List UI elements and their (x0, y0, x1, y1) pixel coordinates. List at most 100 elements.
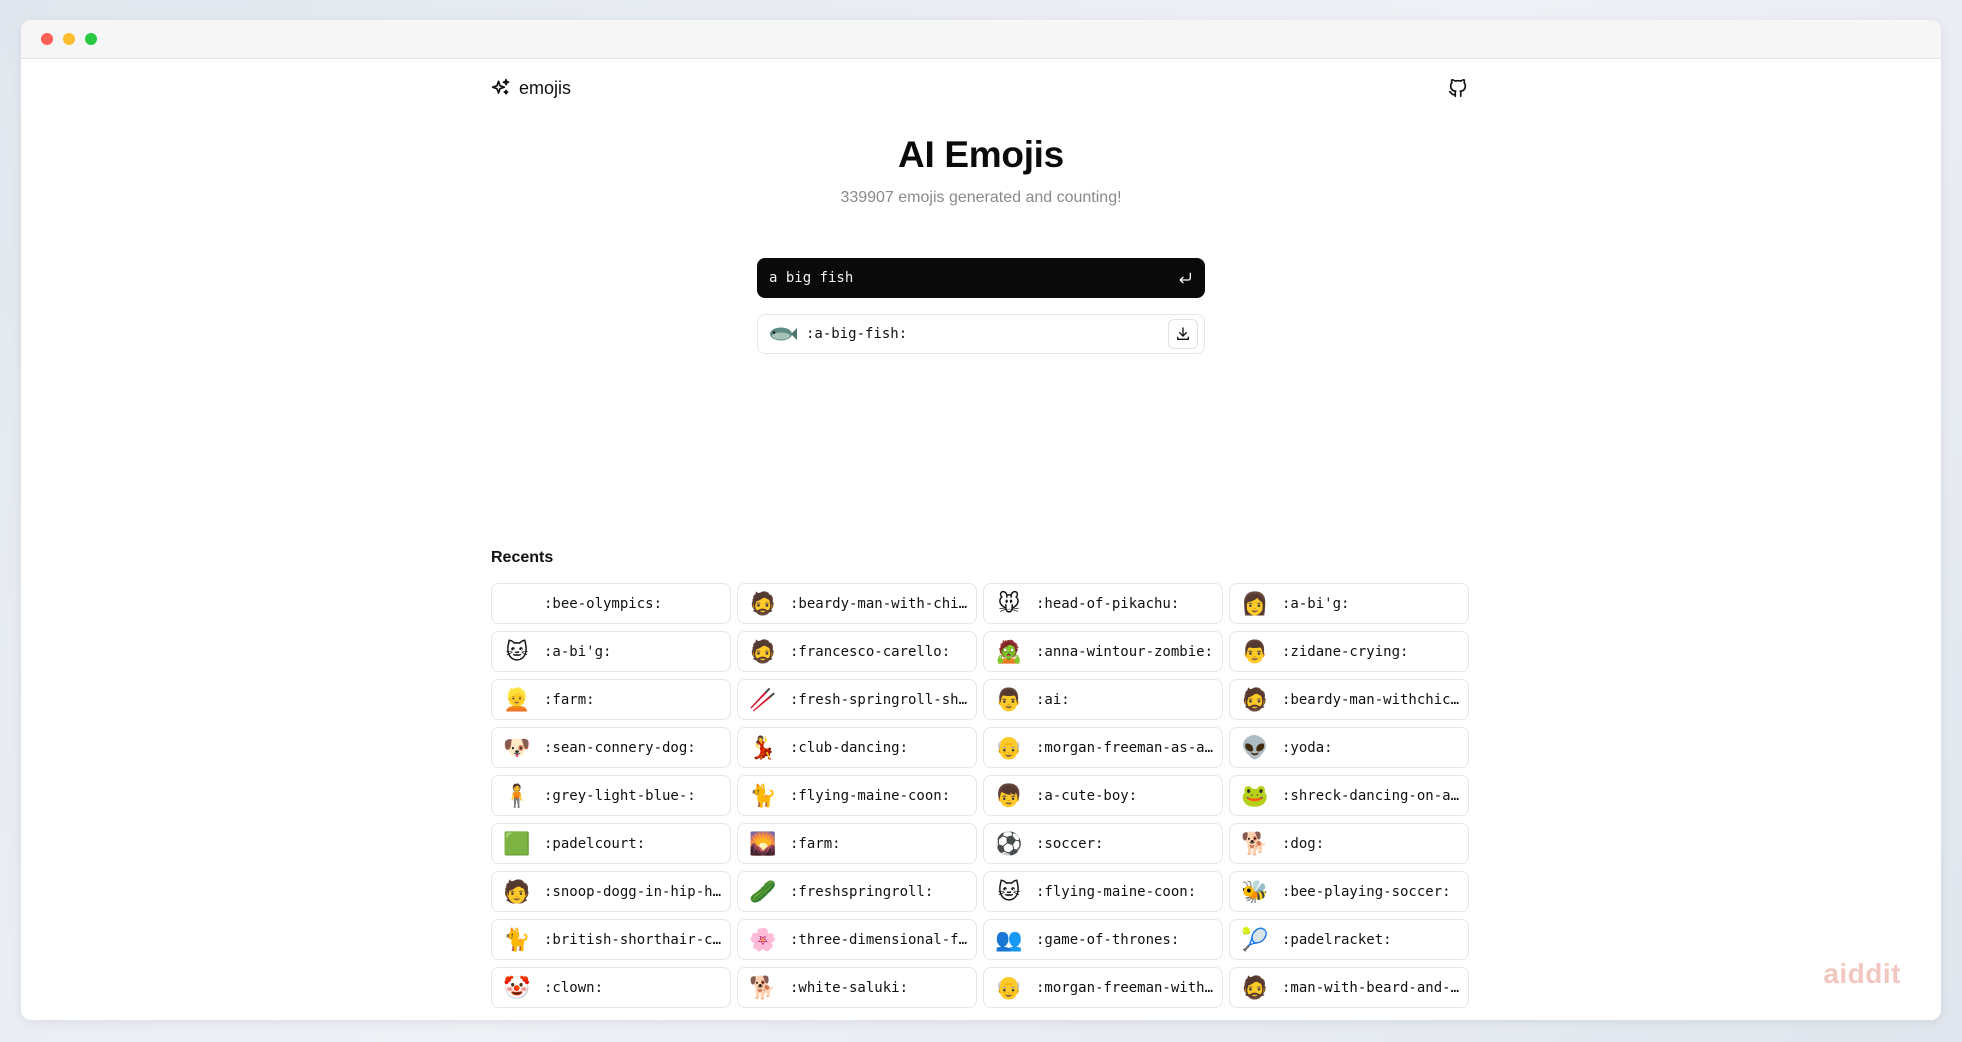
emoji-thumbnail: 🧟 (995, 638, 1023, 664)
emoji-code: :game-of-thrones: (1036, 931, 1180, 948)
emoji-code: :a-bi'g: (1282, 595, 1350, 612)
recents-grid: :bee-olympics: 🧔:beardy-man-with-chic… 🐭:h… (491, 583, 1469, 1008)
recent-emoji-card[interactable]: 🐱:a-bi'g: (491, 631, 731, 672)
recent-emoji-card[interactable]: 👴:morgan-freeman-with-… (983, 967, 1223, 1008)
emoji-thumbnail: 👴 (995, 974, 1023, 1000)
emoji-thumbnail: 🧔 (749, 638, 777, 664)
recent-emoji-card[interactable]: 🥒 :freshspringroll: (737, 871, 977, 912)
emoji-thumbnail (500, 587, 534, 621)
recent-emoji-card[interactable]: 👨:zidane-crying: (1229, 631, 1469, 672)
emoji-thumbnail: 👩 (1241, 590, 1269, 616)
emoji-code: :zidane-crying: (1282, 643, 1409, 660)
maximize-window-button[interactable] (85, 33, 97, 45)
emoji-code: :head-of-pikachu: (1036, 595, 1180, 612)
recent-emoji-card[interactable]: 🧔:man-with-beard-and-a… (1229, 967, 1469, 1008)
recent-emoji-card[interactable]: 🌄:farm: (737, 823, 977, 864)
emoji-thumbnail: 👨 (995, 686, 1023, 712)
recent-emoji-card[interactable]: 🐸:shreck-dancing-on-a-… (1229, 775, 1469, 816)
emoji-code: :anna-wintour-zombie: (1036, 643, 1214, 660)
github-icon[interactable] (1447, 77, 1469, 99)
emoji-thumbnail: 🤡 (503, 974, 531, 1000)
recent-emoji-card[interactable]: 👦:a-cute-boy: (983, 775, 1223, 816)
emoji-thumbnail: 👱 (503, 686, 531, 712)
recent-emoji-card[interactable]: 👱 :farm: (491, 679, 731, 720)
emoji-code: :dog: (1282, 835, 1325, 852)
emoji-thumbnail: 🧔 (1241, 974, 1269, 1000)
emoji-thumbnail: 🐶 (503, 734, 531, 760)
browser-window: emojis AI Emojis 339907 emojis generated… (21, 20, 1941, 1020)
emoji-thumbnail: 🐱 (997, 878, 1021, 904)
recent-emoji-card[interactable]: 👴:morgan-freeman-as-an… (983, 727, 1223, 768)
emoji-thumbnail: 🧑 (503, 878, 531, 904)
recent-emoji-card[interactable]: 💃:club-dancing: (737, 727, 977, 768)
brand-link[interactable]: emojis (491, 78, 571, 99)
recent-emoji-card[interactable]: 🐕:white-saluki: (737, 967, 977, 1008)
recent-emoji-card[interactable]: 👨:ai: (983, 679, 1223, 720)
emoji-thumbnail: 👥 (995, 926, 1023, 952)
recents-heading: Recents (491, 549, 554, 566)
emoji-code: :beardy-man-with-chic… (790, 595, 968, 612)
brand-name: emojis (519, 77, 572, 98)
recent-emoji-card[interactable]: ⚽:soccer: (983, 823, 1223, 864)
emoji-code: :soccer: (1036, 835, 1104, 852)
recent-emoji-card[interactable]: :bee-olympics: (491, 583, 731, 624)
recent-emoji-card[interactable]: 🐈 :british-shorthair-ca… (491, 919, 731, 960)
minimize-window-button[interactable] (63, 33, 75, 45)
recent-emoji-card[interactable]: 🧔:beardy-man-with-chic… (737, 583, 977, 624)
recent-emoji-card[interactable]: 🤡 :clown: (491, 967, 731, 1008)
watermark-logo: aiddit (1823, 958, 1901, 989)
window-titlebar (21, 20, 1941, 59)
emoji-thumbnail: 🐸 (1241, 782, 1269, 808)
prompt-input[interactable] (769, 270, 1177, 286)
emoji-thumbnail: 🥢 (749, 686, 777, 712)
emoji-code: :yoda: (1282, 739, 1333, 756)
recent-emoji-card[interactable]: 👥 :game-of-thrones: (983, 919, 1223, 960)
emoji-code: :beardy-man-withchick… (1282, 691, 1460, 708)
recent-emoji-card[interactable]: 🐝 :bee-playing-soccer: (1229, 871, 1469, 912)
emoji-thumbnail: 🐕 (1241, 830, 1269, 856)
recent-emoji-card[interactable]: 🧍:grey-light-blue-: (491, 775, 731, 816)
top-nav: emojis (491, 71, 1469, 105)
generated-emoji-card[interactable]: :a-big-fish: (757, 314, 1205, 354)
recent-emoji-card[interactable]: 🧑:snoop-dogg-in-hip-ho… (491, 871, 731, 912)
recent-emoji-card[interactable]: 🐭:head-of-pikachu: (983, 583, 1223, 624)
recent-emoji-card[interactable]: 👽:yoda: (1229, 727, 1469, 768)
emoji-code: :bee-playing-soccer: (1282, 883, 1451, 900)
emoji-thumbnail: 🧔 (1241, 686, 1269, 712)
emoji-thumbnail: 🐝 (1241, 878, 1269, 904)
recent-emoji-card[interactable]: 👩 :a-bi'g: (1229, 583, 1469, 624)
emoji-code: :padelcourt: (544, 835, 646, 852)
close-window-button[interactable] (41, 33, 53, 45)
emoji-thumbnail: 🐱 (505, 638, 529, 664)
emoji-code: :bee-olympics: (544, 595, 663, 612)
emoji-code: :clown: (544, 979, 604, 996)
enter-icon[interactable] (1177, 270, 1193, 286)
emoji-code: :freshspringroll: (790, 883, 934, 900)
recent-emoji-card[interactable]: 🐕 :dog: (1229, 823, 1469, 864)
recent-emoji-card[interactable]: 🌸:three-dimensional-fl… (737, 919, 977, 960)
emoji-code: :farm: (544, 691, 595, 708)
emoji-code: :padelracket: (1282, 931, 1392, 948)
emoji-thumbnail: 👴 (995, 734, 1023, 760)
recent-emoji-card[interactable]: 🧟 :anna-wintour-zombie: (983, 631, 1223, 672)
page-title: AI Emojis (898, 134, 1064, 175)
emoji-code: :british-shorthair-ca… (544, 931, 722, 948)
recent-emoji-card[interactable]: 🐶 :sean-connery-dog: (491, 727, 731, 768)
emoji-thumbnail: 🥒 (749, 878, 777, 904)
recent-emoji-card[interactable]: 🧔 :francesco-carello: (737, 631, 977, 672)
emoji-thumbnail: 🧍 (503, 782, 531, 808)
recent-emoji-card[interactable]: 🐈 :flying-maine-coon: (737, 775, 977, 816)
emoji-code: :sean-connery-dog: (544, 739, 696, 756)
emoji-thumbnail: 🎾 (1241, 926, 1269, 952)
recent-emoji-card[interactable]: 🐱:flying-maine-coon: (983, 871, 1223, 912)
download-button[interactable] (1168, 319, 1198, 349)
emoji-code: :flying-maine-coon: (790, 787, 951, 804)
emoji-thumbnail: 🐈 (749, 782, 777, 808)
emoji-thumbnail: 💃 (749, 734, 777, 760)
recent-emoji-card[interactable]: 🥢:fresh-springroll-shr… (737, 679, 977, 720)
recent-emoji-card[interactable]: 🧔 :beardy-man-withchick… (1229, 679, 1469, 720)
emoji-code: :francesco-carello: (790, 643, 951, 660)
recent-emoji-card[interactable]: 🎾 :padelracket: (1229, 919, 1469, 960)
recent-emoji-card[interactable]: 🟩:padelcourt: (491, 823, 731, 864)
emoji-thumbnail: 🐈 (503, 926, 531, 952)
